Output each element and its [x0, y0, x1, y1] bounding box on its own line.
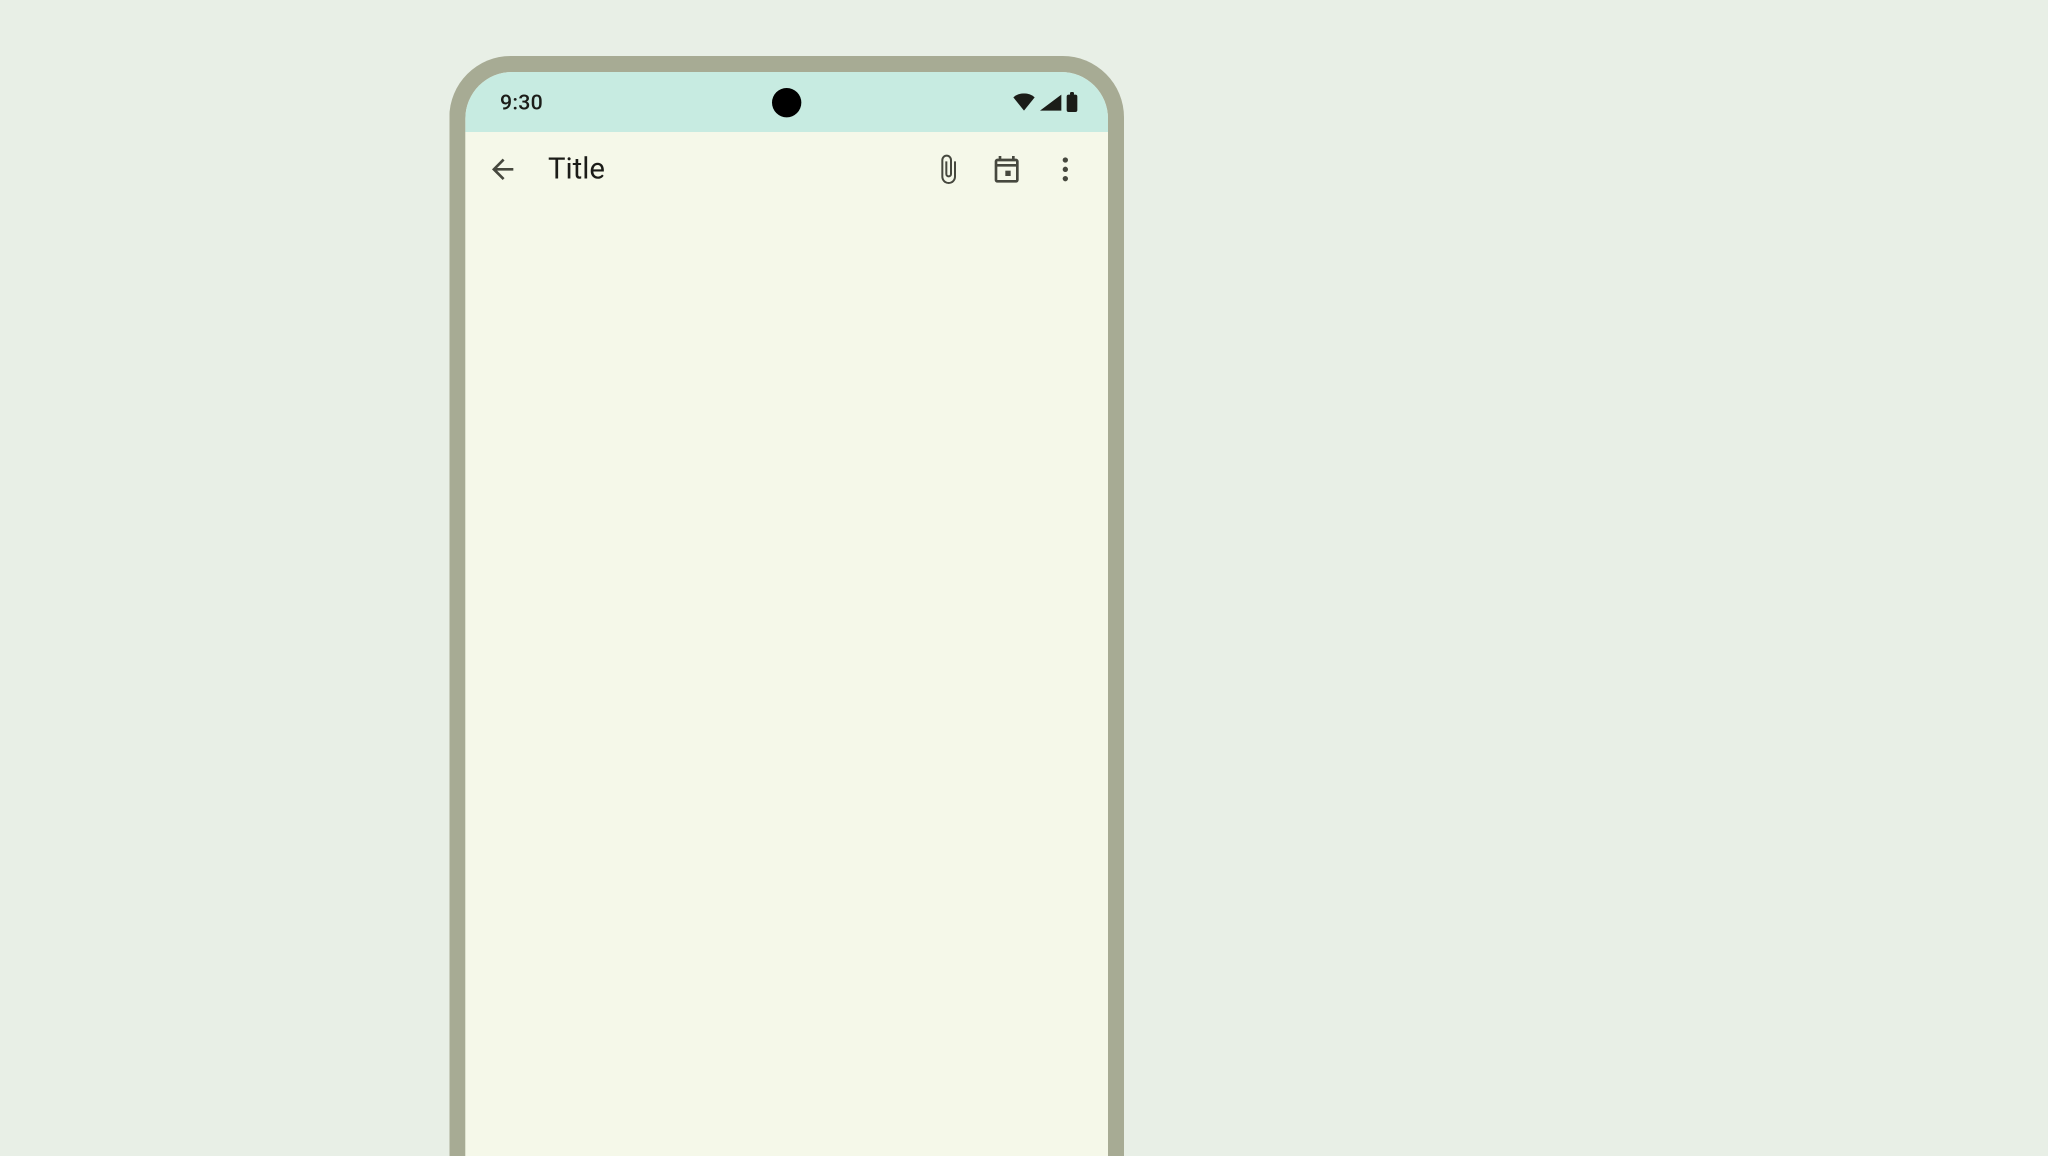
- phone-screen: 9:30 Title: [465, 72, 1108, 1156]
- app-bar-title: Title: [540, 153, 911, 186]
- attach-button[interactable]: [921, 143, 974, 196]
- battery-icon: [1065, 91, 1078, 112]
- calendar-button[interactable]: [980, 143, 1033, 196]
- status-clock: 9:30: [500, 89, 543, 114]
- content-area: [465, 207, 1108, 1156]
- app-bar-actions: [921, 143, 1092, 196]
- wifi-icon: [1012, 93, 1036, 112]
- back-button[interactable]: [476, 143, 529, 196]
- calendar-event-icon: [991, 153, 1023, 185]
- status-bar: 9:30: [465, 72, 1108, 132]
- more-button[interactable]: [1039, 143, 1092, 196]
- phone-frame: 9:30 Title: [449, 56, 1124, 1156]
- camera-cutout: [772, 87, 801, 116]
- more-vert-icon: [1049, 153, 1081, 185]
- arrow-back-icon: [487, 153, 519, 185]
- top-app-bar: Title: [465, 132, 1108, 207]
- cellular-icon: [1039, 93, 1063, 112]
- status-indicators: [1012, 91, 1079, 112]
- attach-file-icon: [932, 153, 964, 185]
